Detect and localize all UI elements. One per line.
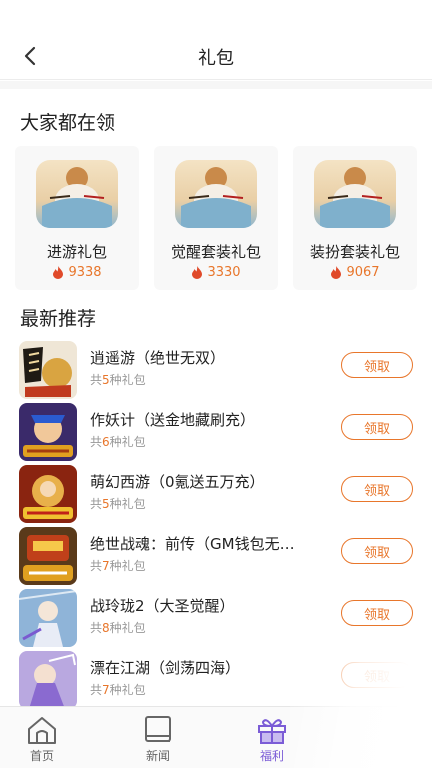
claim-count: 9338 (68, 265, 102, 280)
game-name: 逍遥游（绝世无双） (90, 349, 226, 367)
game-thumbnail (36, 160, 118, 228)
tab-news[interactable]: 新闻 (108, 707, 208, 768)
claim-button[interactable]: 领取 (341, 476, 413, 502)
tab-label: 首页 (29, 749, 54, 763)
page-title: 礼包 (198, 48, 234, 69)
game-thumbnail (175, 160, 257, 228)
gift-count: 共8种礼包 (90, 621, 146, 635)
home-icon (28, 717, 56, 744)
hot-card-list: 进游礼包 9338 觉醒套装礼包 3330 装扮套装礼包 9067 (15, 146, 417, 290)
game-icon (19, 403, 77, 461)
hot-card-name: 进游礼包 (46, 243, 107, 261)
hot-card-count: 9338 (15, 265, 139, 280)
hot-card[interactable]: 进游礼包 9338 (15, 146, 139, 290)
list-item: 漂在江湖（剑荡四海） 共7种礼包 领取 (0, 651, 432, 709)
claim-button[interactable]: 领取 (341, 600, 413, 626)
game-name: 作妖计（送金地藏刷充） (90, 411, 256, 429)
hot-card-count: 3330 (154, 265, 278, 280)
claim-button[interactable]: 领取 (341, 662, 413, 688)
recommend-section-title: 最新推荐 (20, 308, 97, 330)
gift-count: 共5种礼包 (90, 497, 146, 511)
tab-home[interactable]: 首页 (0, 707, 92, 768)
hot-card[interactable]: 装扮套装礼包 9067 (293, 146, 417, 290)
gift-count: 共7种礼包 (90, 683, 146, 697)
list-item: 战玲珑2（大圣觉醒） 共8种礼包 领取 (0, 589, 432, 647)
hot-card-count: 9067 (293, 265, 417, 280)
game-thumbnail (314, 160, 396, 228)
tab-label: 新闻 (145, 749, 170, 763)
gift-count: 共6种礼包 (90, 435, 146, 449)
gift-icon (258, 719, 286, 744)
game-name: 漂在江湖（剑荡四海） (90, 659, 241, 677)
list-item: 逍遥游（绝世无双） 共5种礼包 领取 (0, 341, 432, 399)
game-icon (19, 465, 77, 523)
game-name: 萌幻西游（0氪送五万充） (90, 473, 265, 491)
claim-count: 9067 (346, 265, 380, 280)
game-name: 绝世战魂：前传（GM钱包无… (90, 535, 295, 553)
top-bar: 礼包 (0, 0, 432, 80)
list-item: 绝世战魂：前传（GM钱包无… 共7种礼包 领取 (0, 527, 432, 585)
game-icon (19, 589, 77, 647)
claim-button[interactable]: 领取 (341, 352, 413, 378)
flame-icon (331, 266, 342, 279)
gift-count: 共7种礼包 (90, 559, 146, 573)
hot-section-title: 大家都在领 (20, 112, 116, 134)
game-icon (19, 527, 77, 585)
game-icon (19, 341, 77, 399)
tab-label: 福利 (259, 749, 284, 763)
divider (0, 81, 432, 89)
list-item: 作妖计（送金地藏刷充） 共6种礼包 领取 (0, 403, 432, 461)
claim-button[interactable]: 领取 (341, 414, 413, 440)
hot-card-name: 觉醒套装礼包 (170, 243, 261, 261)
bottom-tab-bar: 首页 新闻 福利 (0, 706, 432, 768)
tab-welfare[interactable]: 福利 (222, 707, 322, 768)
game-name: 战玲珑2（大圣觉醒） (90, 597, 235, 615)
flame-icon (53, 266, 64, 279)
list-item: 萌幻西游（0氪送五万充） 共5种礼包 领取 (0, 465, 432, 523)
hot-card-name: 装扮套装礼包 (309, 243, 400, 261)
game-icon (19, 651, 77, 709)
gift-count: 共5种礼包 (90, 373, 146, 387)
book-icon (145, 716, 171, 742)
hot-card[interactable]: 觉醒套装礼包 3330 (154, 146, 278, 290)
claim-count: 3330 (207, 265, 241, 280)
flame-icon (192, 266, 203, 279)
claim-button[interactable]: 领取 (341, 538, 413, 564)
